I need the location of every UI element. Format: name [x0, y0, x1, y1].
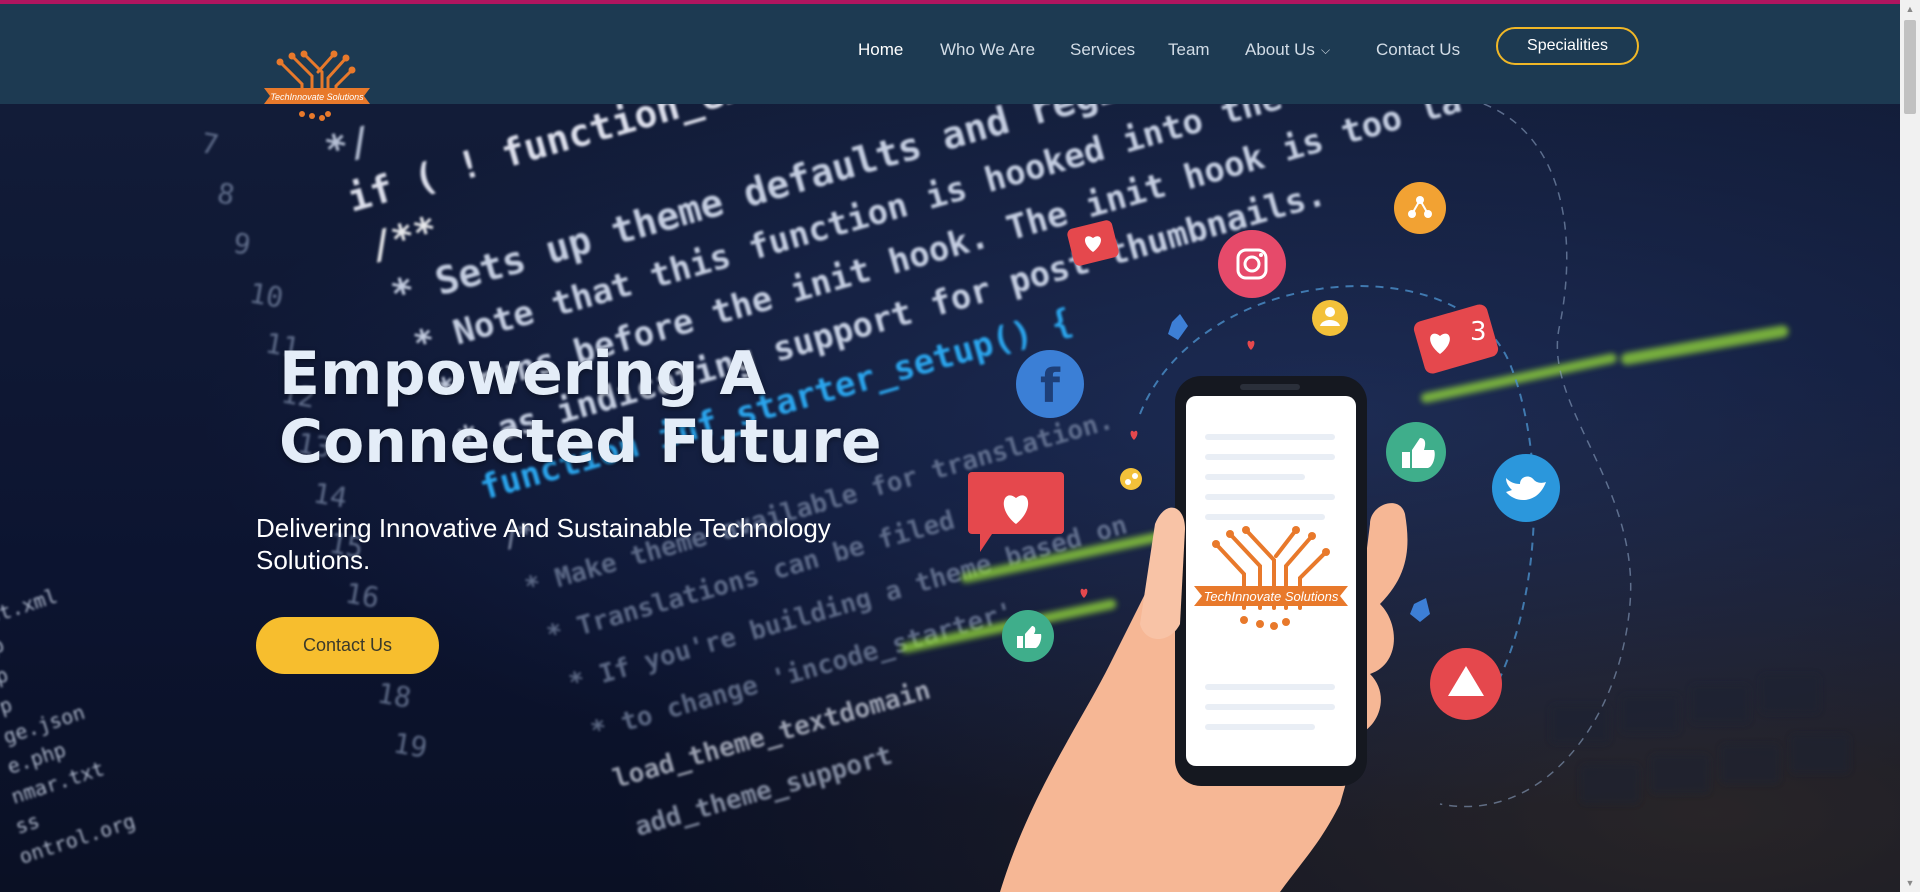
- heart-bubble-icon: [1067, 220, 1119, 266]
- like-hand-icon: [1410, 598, 1430, 622]
- hero-title: Empowering A Connected Future: [279, 340, 979, 476]
- file-list-item: p: [0, 692, 15, 719]
- nav-team[interactable]: Team: [1168, 40, 1210, 60]
- hero-title-line-2: Connected Future: [279, 407, 882, 477]
- code-line-number: 18: [375, 676, 414, 714]
- nav-who-we-are[interactable]: Who We Are: [940, 40, 1035, 60]
- site-header: TechInnovate Solutions Home Who We Are S…: [0, 4, 1900, 121]
- phone-illustration: TechInnovate Solutions 3 f: [968, 104, 1632, 892]
- code-line-number: 9: [231, 226, 253, 261]
- page-scrollbar[interactable]: ▲ ▼: [1900, 0, 1920, 892]
- code-line-number: 16: [343, 576, 382, 614]
- like-3-icon: 3: [1413, 304, 1499, 374]
- code-line-number: 10: [247, 276, 286, 314]
- svg-text:f: f: [1040, 359, 1061, 413]
- twitter-icon: [1492, 454, 1560, 522]
- file-list-item: st.xml: [0, 584, 60, 629]
- thumbs-up-icon: [1168, 314, 1188, 340]
- scroll-down-arrow-icon[interactable]: ▼: [1900, 874, 1920, 892]
- file-list-item: ge.json: [0, 700, 88, 749]
- scroll-up-arrow-icon[interactable]: ▲: [1900, 0, 1920, 18]
- phone-logo-text: TechInnovate Solutions: [1204, 589, 1339, 604]
- hero-title-line-1: Empowering A: [279, 339, 766, 409]
- heart-bubble-icon: [968, 472, 1064, 552]
- user-icon: [1312, 300, 1348, 336]
- code-line: /**: [364, 207, 442, 268]
- share-icon: [1120, 468, 1142, 490]
- file-list-item: ss: [12, 808, 42, 838]
- thumbs-up-icon: [1002, 610, 1054, 662]
- alert-icon: [1430, 648, 1502, 720]
- nav-contact-us[interactable]: Contact Us: [1376, 40, 1460, 60]
- code-line-number: 7: [199, 126, 221, 161]
- code-line-number: 14: [311, 476, 350, 514]
- notification-count: 3: [1470, 317, 1487, 347]
- nav-services[interactable]: Services: [1070, 40, 1135, 60]
- facebook-icon: f: [1016, 350, 1084, 418]
- thumb-like-icon: [1386, 422, 1446, 482]
- specialities-button[interactable]: Specialities: [1496, 27, 1639, 65]
- chevron-down-icon: ⌵: [1320, 43, 1331, 57]
- nav-home[interactable]: Home: [858, 40, 903, 60]
- instagram-icon: [1218, 230, 1286, 298]
- code-line-number: 8: [215, 176, 237, 211]
- scrollbar-thumb[interactable]: [1904, 20, 1916, 114]
- nav-about-us-label: About Us: [1245, 40, 1315, 59]
- hero-section: 78910111213141516171819 */if ( ! functio…: [0, 104, 1900, 892]
- code-line: */: [320, 118, 376, 173]
- nav-about-us[interactable]: About Us ⌵: [1245, 40, 1330, 60]
- hero-subtitle: Delivering Innovative And Sustainable Te…: [256, 513, 831, 575]
- file-list-item: p: [0, 632, 7, 659]
- share-icon: [1394, 182, 1446, 234]
- code-line-number: 19: [391, 726, 430, 764]
- contact-us-button[interactable]: Contact Us: [256, 617, 439, 674]
- file-list-item: p: [0, 662, 11, 689]
